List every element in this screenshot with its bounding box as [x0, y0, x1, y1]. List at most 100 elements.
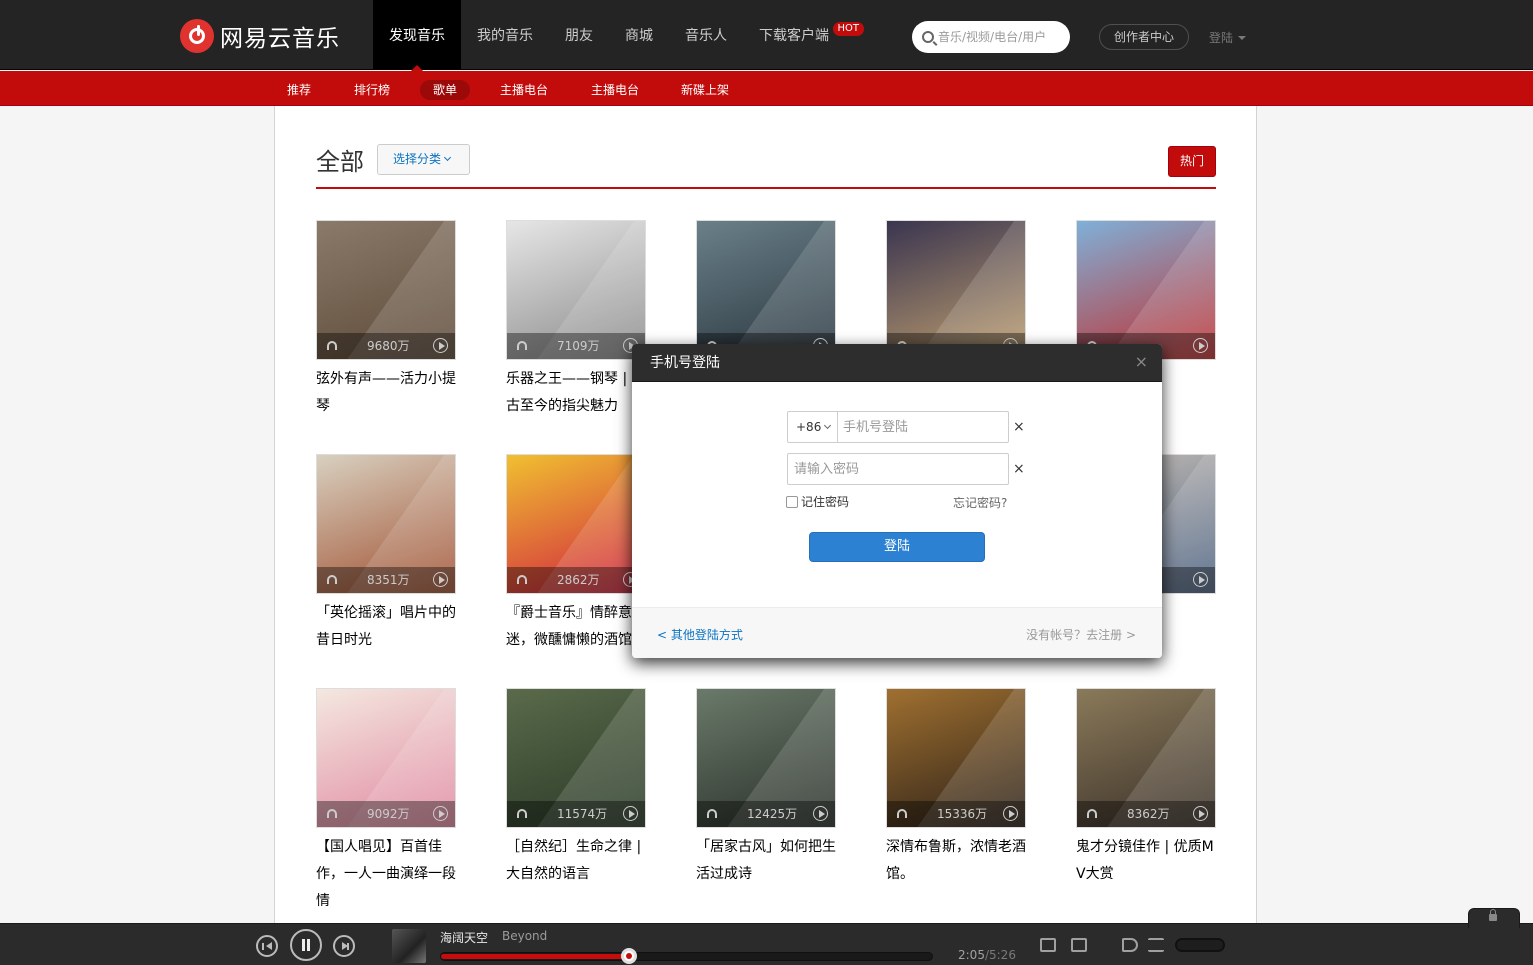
add-to-playlist-icon[interactable] — [1040, 938, 1056, 952]
nav-discover[interactable]: 发现音乐 — [373, 0, 461, 71]
play-circle-icon[interactable] — [433, 338, 448, 353]
next-track-button[interactable] — [333, 935, 355, 957]
play-circle-icon[interactable] — [1193, 338, 1208, 353]
login-submit-button[interactable]: 登陆 — [809, 532, 985, 562]
search-box — [912, 21, 1070, 53]
pause-button[interactable] — [290, 929, 322, 961]
playlist-title[interactable]: 乐器之王——钢琴 | 从古至今的指尖魅力 — [506, 366, 646, 420]
playlist-cover[interactable]: 8351万 — [316, 454, 456, 594]
nav-download[interactable]: 下载客户端 HOT — [743, 0, 864, 70]
playlist-card[interactable]: 9680万弦外有声——活力小提琴 — [316, 220, 456, 420]
cover-info-bar: 2862万 — [507, 567, 645, 593]
logo[interactable]: 网易云音乐 — [180, 19, 340, 53]
header-divider — [316, 187, 1216, 189]
playlist-cover[interactable]: 11574万 — [506, 688, 646, 828]
forgot-password-link[interactable]: 忘记密码? — [953, 494, 1007, 511]
playlist-card[interactable]: 11574万 ［自然纪］生命之律 | 大自然的语言 — [506, 688, 646, 888]
previous-track-button[interactable] — [256, 935, 278, 957]
playlist-title[interactable]: 『爵士音乐』情醉意迷，微醺慵懒的酒馆 — [506, 600, 646, 654]
playlist-cover[interactable] — [1076, 220, 1216, 360]
play-count: 11574万 — [557, 807, 608, 821]
password-input[interactable] — [794, 454, 1004, 484]
play-circle-icon[interactable] — [1193, 806, 1208, 821]
phone-field: +86 — [787, 411, 1009, 443]
playlist-card[interactable]: 7109万乐器之王——钢琴 | 从古至今的指尖魅力 — [506, 220, 646, 420]
playlist-card[interactable]: 9092万 【国人唱见】百首佳作，一人一曲演绎一段情 — [316, 688, 456, 915]
nav-musician[interactable]: 音乐人 — [669, 0, 743, 70]
player-bar: 海阔天空 Beyond 2:05/5:26 — [0, 908, 1533, 965]
nav-friends[interactable]: 朋友 — [549, 0, 609, 70]
remember-password[interactable]: 记住密码 — [786, 493, 849, 510]
login-link-label: 登陆 — [1209, 31, 1234, 45]
share-icon[interactable] — [1071, 938, 1087, 952]
playlist-cover[interactable]: 7109万 — [506, 220, 646, 360]
play-circle-icon[interactable] — [813, 806, 828, 821]
playlist-card[interactable]: 8362万鬼才分镜佳作 | 优质MV大赏 — [1076, 688, 1216, 888]
select-category-button[interactable]: 选择分类 — [377, 144, 470, 175]
volume-icon[interactable] — [1122, 938, 1138, 952]
subnav-radio-2[interactable]: 主播电台 — [578, 80, 652, 100]
play-count: 12425万 — [747, 807, 798, 821]
remember-checkbox[interactable] — [786, 495, 798, 508]
playlist-card[interactable]: 12425万「居家古风」如何把生活过成诗 — [696, 688, 836, 888]
nav-download-label: 下载客户端 — [759, 28, 829, 44]
clear-phone-icon[interactable]: × — [1013, 419, 1025, 435]
subnav-new-albums[interactable]: 新碟上架 — [668, 80, 742, 100]
creator-center-button[interactable]: 创作者中心 — [1099, 24, 1189, 50]
phone-input[interactable] — [843, 412, 1003, 442]
song-title[interactable]: 海阔天空 — [440, 929, 488, 946]
play-circle-icon[interactable] — [1003, 806, 1018, 821]
subnav-radio[interactable]: 主播电台 — [487, 80, 561, 100]
hot-sort-button[interactable]: 热门 — [1168, 146, 1216, 177]
song-artist[interactable]: Beyond — [502, 929, 547, 943]
player-lock-tab[interactable] — [1468, 908, 1520, 928]
playlist-title[interactable]: 「英伦摇滚」唱片中的昔日时光 — [316, 600, 456, 654]
subnav-charts[interactable]: 排行榜 — [341, 80, 403, 100]
playlist-toggle-button[interactable] — [1175, 938, 1225, 952]
progress-bar[interactable] — [440, 948, 933, 964]
play-count: 9680万 — [367, 339, 410, 353]
modal-title: 手机号登陆 — [650, 355, 720, 371]
playlist-cover[interactable]: 12425万 — [696, 688, 836, 828]
album-thumbnail[interactable] — [392, 929, 426, 963]
play-circle-icon[interactable] — [433, 572, 448, 587]
nav-store[interactable]: 商城 — [609, 0, 669, 70]
cover-info-bar: 11574万 — [507, 801, 645, 827]
playlist-title[interactable]: 「居家古风」如何把生活过成诗 — [696, 834, 836, 888]
main-nav: 发现音乐 我的音乐 朋友 商城 音乐人 下载客户端 HOT — [373, 0, 864, 71]
cover-info-bar: 8362万 — [1077, 801, 1215, 827]
other-login-methods-link[interactable]: < 其他登陆方式 — [657, 626, 743, 643]
playlist-cover[interactable]: 2862万 — [506, 454, 646, 594]
playlist-title[interactable]: 弦外有声——活力小提琴 — [316, 366, 456, 420]
play-circle-icon[interactable] — [623, 806, 638, 821]
progress-fill — [441, 954, 630, 959]
play-circle-icon[interactable] — [433, 806, 448, 821]
nav-my-music[interactable]: 我的音乐 — [461, 0, 549, 70]
playlist-cover[interactable]: 15336万 — [886, 688, 1026, 828]
clear-password-icon[interactable]: × — [1013, 461, 1025, 477]
playlist-card[interactable]: 2862万『爵士音乐』情醉意迷，微醺慵懒的酒馆 — [506, 454, 646, 654]
playlist-cover[interactable] — [886, 220, 1026, 360]
country-code-select[interactable]: +86 — [788, 412, 838, 442]
progress-knob[interactable] — [621, 948, 638, 964]
playlist-title[interactable]: 鬼才分镜佳作 | 优质MV大赏 — [1076, 834, 1216, 888]
playlist-title[interactable]: 【国人唱见】百首佳作，一人一曲演绎一段情 — [316, 834, 456, 915]
login-link[interactable]: 登陆 — [1209, 29, 1247, 46]
close-icon[interactable]: × — [1135, 353, 1148, 371]
playlist-card[interactable]: 15336万深情布鲁斯，浓情老酒馆。 — [886, 688, 1026, 888]
subnav-playlists[interactable]: 歌单 — [420, 80, 471, 100]
playlist-cover[interactable]: 9680万 — [316, 220, 456, 360]
playlist-card[interactable]: 8351万「英伦摇滚」唱片中的昔日时光 — [316, 454, 456, 654]
playlist-cover[interactable]: 9092万 — [316, 688, 456, 828]
search-input[interactable] — [938, 30, 1063, 44]
playlist-cover[interactable]: 8362万 — [1076, 688, 1216, 828]
shuffle-icon[interactable] — [1148, 938, 1164, 952]
playlist-cover[interactable] — [696, 220, 836, 360]
subnav-recommend[interactable]: 推荐 — [274, 80, 324, 100]
playlist-title[interactable]: ［自然纪］生命之律 | 大自然的语言 — [506, 834, 646, 888]
play-circle-icon[interactable] — [1193, 572, 1208, 587]
headset-icon — [707, 809, 717, 818]
register-link[interactable]: 没有帐号？去注册 > — [1026, 626, 1136, 643]
login-modal: 手机号登陆 × +86 × × 记住密码 忘记密码? 登陆 < 其他登陆方式 没… — [632, 344, 1162, 658]
playlist-title[interactable]: 深情布鲁斯，浓情老酒馆。 — [886, 834, 1026, 888]
